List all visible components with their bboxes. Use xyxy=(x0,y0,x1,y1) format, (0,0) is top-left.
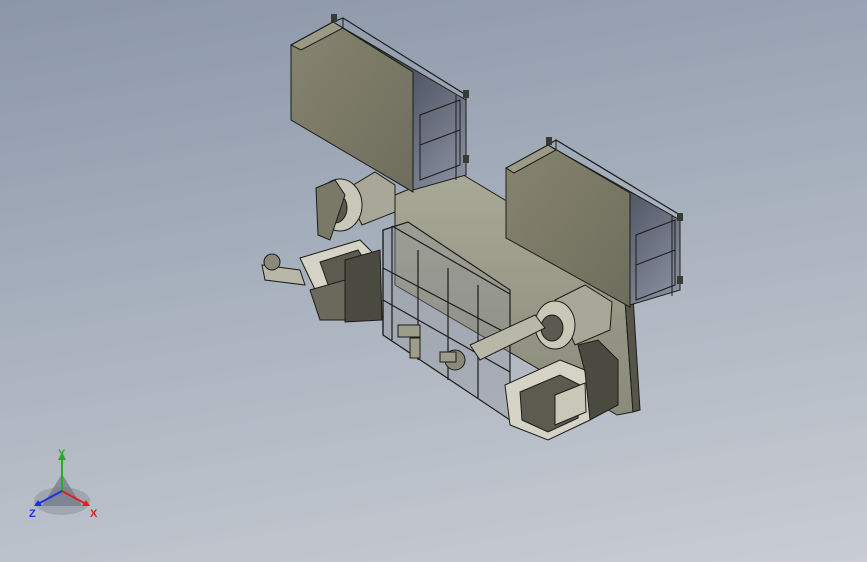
x-axis-label: X xyxy=(90,508,98,520)
y-axis-label: Y xyxy=(58,448,66,460)
coordinate-triad: Y X Z xyxy=(29,448,98,520)
cad-assembly-model[interactable] xyxy=(0,0,867,562)
left-robot-arm[interactable] xyxy=(261,171,396,323)
left-upper-panel[interactable] xyxy=(290,21,414,193)
graphics-viewport[interactable]: Y X Z xyxy=(0,0,867,562)
z-axis-label: Z xyxy=(29,508,36,520)
